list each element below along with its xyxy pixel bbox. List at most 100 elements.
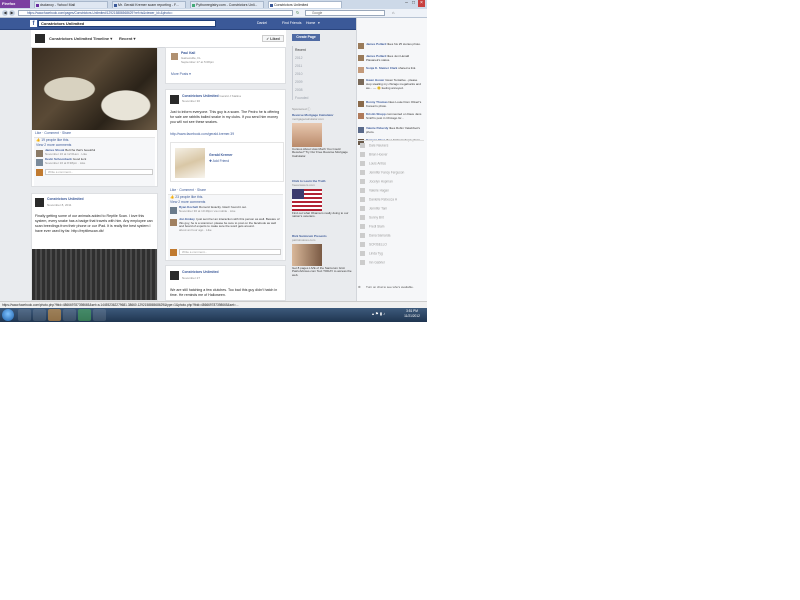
ticker-item[interactable]: Ronny Thomas likes Louie Dom Oliveri's K… [358,100,422,109]
minimize-icon[interactable]: – [403,0,410,7]
ad-item[interactable]: Reverse Mortgage Calculator mortgagecalc… [292,113,352,159]
comment-input[interactable]: Write a comment... [45,169,153,175]
chat-contact[interactable]: Dana Samarda [360,233,390,238]
ad-item[interactable]: Click to Learn the Truth freeanswers.com… [292,179,352,219]
chat-contact[interactable]: SCRISELLO [360,242,387,247]
timeline-dropdown[interactable]: Timeline ▾ [93,35,112,42]
post-author[interactable]: Constrictors Unlimited [47,197,84,202]
chat-contact[interactable]: Brian Hoover [360,152,388,157]
timeline-year[interactable]: 2009 [295,80,303,84]
timeline-year[interactable]: 2008 [295,88,303,92]
timeline-year[interactable]: 2011 [295,64,302,68]
page-avatar[interactable] [170,95,179,104]
timeline-year[interactable]: 2010 [295,72,303,76]
ticker-item[interactable]: James Pollard likes Jeni Herald Plasanek… [358,54,422,63]
tab-yahoo-mail[interactable]: dsclanoy - Yahoo! Mail [34,1,108,8]
avatar[interactable] [36,159,43,166]
settings-icon[interactable]: ▾ [318,20,320,27]
avatar[interactable] [36,150,43,157]
timeline-year[interactable]: 2012 [295,56,303,60]
create-page-button[interactable]: Create Page [292,34,320,41]
profile-photo[interactable] [175,148,205,178]
reload-icon[interactable]: ↻ [296,10,303,16]
link-preview[interactable]: Gerald Kremer ✚ Add Friend [170,142,284,182]
firefox-icon[interactable] [48,309,61,321]
post-author[interactable]: Constrictors Unlimited [182,270,219,275]
url-bar[interactable]: https://www.facebook.com/pages/Constrict… [18,10,293,16]
post-actions[interactable]: Like · Comment · Share [170,188,206,193]
chat-contact[interactable]: Louis Antico [360,161,386,166]
ticker-item[interactable]: James Pollard likes his 25 stories photo… [358,42,422,49]
liked-button[interactable]: ✓ Liked [262,35,284,42]
ad-item[interactable]: Rick Santorum Presents patriotvoices.com… [292,234,352,278]
timeline-year[interactable]: Founded [295,96,308,100]
chat-contact[interactable]: Inn Gabriel [360,260,385,265]
profile-link[interactable]: http://www.facebook.com/gerald.kremer.39 [170,132,234,137]
back-icon[interactable]: ◀ [2,10,8,16]
comment-input[interactable]: Write a comment... [179,249,281,255]
start-button[interactable] [2,309,14,321]
chat-contact[interactable]: Sunny Brit [360,215,384,220]
ticker-item[interactable]: Sonja K. Steiner Clark shared a link. [358,66,422,73]
page-title[interactable]: Constrictors Unlimited [49,35,92,42]
avatar [360,206,365,211]
avatar[interactable] [170,219,177,226]
page-avatar[interactable] [170,271,179,280]
nav-home[interactable]: Home [306,20,315,27]
chat-contact[interactable]: Jennifer Tam [360,206,387,211]
facebook-logo-icon[interactable]: f [30,20,37,27]
add-friend-button[interactable]: ✚ Add Friend [209,159,229,164]
tab-constrictors[interactable]: Constrictors Unlimited [268,1,342,8]
chat-contact[interactable]: Fredi Slam [360,224,384,229]
clock[interactable]: 3:51 PM 11/21/2012 [398,309,426,321]
home-icon[interactable]: ⌂ [392,10,398,16]
likes-count[interactable]: 19 people like this. [41,138,69,142]
nav-find-friends[interactable]: Find Friends [282,20,301,27]
excel-icon[interactable] [78,309,91,321]
folder-icon[interactable] [33,309,46,321]
post-date[interactable]: September 17 at 5:08pm [181,60,214,64]
ad-image[interactable] [292,188,322,211]
post-photo[interactable] [32,249,157,300]
post-date[interactable]: November 8, 2011 [47,203,71,207]
post-photo[interactable] [32,48,157,130]
chat-contact[interactable]: Linda Tyg [360,251,383,256]
app-icon[interactable] [93,309,106,321]
page-avatar[interactable] [35,198,44,207]
recent-dropdown[interactable]: Recent ▾ [119,35,135,42]
ad-image[interactable] [292,243,322,266]
media-icon[interactable] [63,309,76,321]
nav-profile[interactable]: Daniel [257,20,267,27]
avatar [360,260,365,265]
timeline-year[interactable]: Recent [295,48,306,52]
avatar[interactable] [171,53,178,60]
chat-contact[interactable]: Dale Neukers [360,143,388,148]
profile-name[interactable]: Gerald Kremer [209,153,233,158]
chat-contact[interactable]: Jocelyn Hopman [360,179,393,184]
more-posts-link[interactable]: More Posts ▾ [171,72,191,77]
ad-image[interactable] [292,122,322,147]
chat-contact[interactable]: Danielle Rebecca H [360,197,397,202]
chat-contact[interactable]: Valerie Hagan [360,188,389,193]
ticker-item[interactable]: Kristin Shupp commented on Dave Jans Smi… [358,112,422,121]
tab-pythonregistry[interactable]: Pythonregistry.com - Constrictors Unli..… [190,1,264,8]
post-date[interactable]: November 30 [182,99,200,103]
search-input[interactable]: Google [305,10,385,16]
forward-icon[interactable]: ▶ [9,10,15,16]
likes-count[interactable]: 23 people like this. [175,195,203,199]
close-icon[interactable]: × [418,0,425,7]
maximize-icon[interactable]: □ [410,0,417,7]
ticker-item[interactable]: Gwen Hosier Gwen Tentative - please stop… [358,78,422,90]
tab-scam-report[interactable]: Mr. Gerald Kremer scam reporting - F... [112,1,186,8]
chat-footer[interactable]: ⚙ Turn on chat to see who's available. [358,285,422,290]
ticker-item[interactable]: Valerie Peberdy likes Robin Yakebfoot's … [358,126,422,135]
explorer-icon[interactable] [18,309,31,321]
chat-contact[interactable]: Jennifer Fancy Ferguson [360,170,404,175]
avatar[interactable] [170,207,177,214]
page-thumbnail[interactable] [35,34,45,43]
post-date[interactable]: November 27 [182,276,200,280]
tray-icons[interactable]: ▴ ⚑ ▮ ♪ [372,311,385,316]
post-actions[interactable]: Like · Comment · Share [35,131,71,136]
firefox-menu-button[interactable]: Firefox [0,0,30,8]
fb-search-input[interactable]: Constrictors Unlimited [38,20,216,27]
